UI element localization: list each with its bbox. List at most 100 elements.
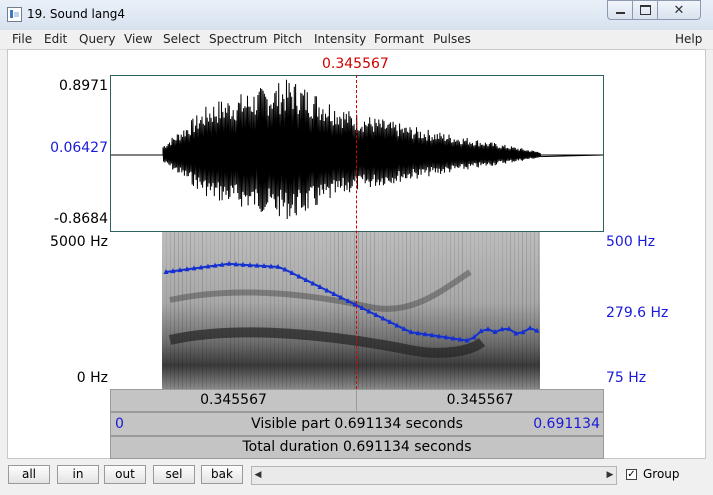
- zoom-back-button[interactable]: bak: [201, 465, 243, 484]
- spectrogram-view[interactable]: [110, 232, 604, 389]
- checkmark-icon: ✓: [627, 469, 636, 480]
- spectrogram-striation: [202, 232, 203, 389]
- zoom-sel-button[interactable]: sel: [153, 465, 195, 484]
- spectrogram-striation: [246, 232, 247, 389]
- menu-query[interactable]: Query: [79, 32, 115, 46]
- menu-view[interactable]: View: [124, 32, 152, 46]
- spectrogram-striation: [498, 232, 499, 389]
- left-segment-duration: 0.345567: [200, 392, 267, 408]
- waveform-ymax-label: 0.8971: [59, 78, 108, 94]
- zoom-in-button[interactable]: in: [57, 465, 99, 484]
- close-icon: ✕: [673, 2, 685, 18]
- scroll-left-arrow-icon[interactable]: ◀: [252, 467, 264, 484]
- pitch-bottom-label: 75 Hz: [606, 370, 647, 386]
- group-label: Group: [643, 467, 680, 481]
- spectrogram-striation: [230, 232, 231, 389]
- spectrogram-striation: [170, 232, 171, 389]
- spectrogram-striation: [214, 232, 215, 389]
- menu-pulses[interactable]: Pulses: [433, 32, 471, 46]
- spectrogram-striation: [234, 232, 235, 389]
- spectrogram-striation: [422, 232, 423, 389]
- cursor-time-label: 0.345567: [322, 56, 389, 72]
- menu-select[interactable]: Select: [163, 32, 200, 46]
- spectrogram-striation: [250, 232, 251, 389]
- spectrogram-striation: [462, 232, 463, 389]
- spectrogram-striation: [458, 232, 459, 389]
- left-segment-bar[interactable]: 0.345567: [110, 389, 357, 412]
- spectrogram-striation: [166, 232, 167, 389]
- minimize-icon: [615, 12, 625, 14]
- spectrogram-striation: [198, 232, 199, 389]
- waveform-signal: [111, 79, 603, 220]
- maximize-button[interactable]: [632, 0, 658, 20]
- spectrogram-striation: [410, 232, 411, 389]
- title-bar: 19. Sound lang4 ✕: [0, 0, 713, 31]
- visible-end-time: 0.691134: [533, 416, 600, 432]
- waveform-ymin-label: -0.8684: [53, 211, 108, 227]
- spectrogram-striation: [298, 232, 299, 389]
- visible-part-label: Visible part 0.691134 seconds: [251, 416, 463, 432]
- zoom-out-button[interactable]: out: [104, 465, 146, 484]
- spectrogram-striation: [442, 232, 443, 389]
- spectrogram-striation: [426, 232, 427, 389]
- spectrogram-striation: [306, 232, 307, 389]
- spectrogram-striation: [270, 232, 271, 389]
- spectrogram-striation: [538, 232, 539, 389]
- spectrogram-striation: [486, 232, 487, 389]
- menu-formant[interactable]: Formant: [374, 32, 424, 46]
- spectrogram-striation: [326, 232, 327, 389]
- total-duration-label: Total duration 0.691134 seconds: [242, 439, 472, 455]
- spectrogram-striation: [510, 232, 511, 389]
- spectrogram-striation: [290, 232, 291, 389]
- spectrogram-striation: [242, 232, 243, 389]
- spectrogram-striation: [322, 232, 323, 389]
- spectrogram-striation: [218, 232, 219, 389]
- spectrogram-striation: [310, 232, 311, 389]
- total-duration-bar[interactable]: Total duration 0.691134 seconds: [110, 436, 604, 459]
- spectrogram-striation: [278, 232, 279, 389]
- spectrogram-striation: [182, 232, 183, 389]
- spectrogram-striation: [406, 232, 407, 389]
- spectrogram-striation: [266, 232, 267, 389]
- close-button[interactable]: ✕: [657, 0, 701, 20]
- spectrogram-striation: [530, 232, 531, 389]
- menu-edit[interactable]: Edit: [44, 32, 67, 46]
- visible-part-bar[interactable]: 0 Visible part 0.691134 seconds 0.691134: [110, 412, 604, 436]
- menu-help[interactable]: Help: [675, 32, 702, 46]
- spectrogram-bottom-label: 0 Hz: [76, 370, 108, 386]
- spectrogram-striation: [522, 232, 523, 389]
- menu-spectrum[interactable]: Spectrum: [209, 32, 267, 46]
- cursor-line: [356, 75, 357, 389]
- spectrogram-striation: [294, 232, 295, 389]
- spectrogram-striation: [210, 232, 211, 389]
- maximize-icon: [639, 5, 651, 15]
- spectrogram-striation: [174, 232, 175, 389]
- waveform-view[interactable]: [110, 75, 604, 232]
- spectrogram-striation: [238, 232, 239, 389]
- spectrogram-striation: [518, 232, 519, 389]
- spectrogram-striation: [506, 232, 507, 389]
- waveform-plot: [111, 79, 603, 220]
- scroll-right-arrow-icon[interactable]: ▶: [604, 467, 616, 484]
- spectrogram-striation: [354, 232, 355, 389]
- spectrogram-striation: [286, 232, 287, 389]
- spectrogram-striation: [526, 232, 527, 389]
- minimize-button[interactable]: [607, 0, 633, 20]
- menu-file[interactable]: File: [12, 32, 32, 46]
- spectrogram-striation: [334, 232, 335, 389]
- group-checkbox[interactable]: ✓: [626, 469, 637, 480]
- spectrogram-striation: [338, 232, 339, 389]
- time-scrollbar[interactable]: ◀ ▶: [251, 466, 617, 485]
- spectrogram-striation: [370, 232, 371, 389]
- menu-intensity[interactable]: Intensity: [314, 32, 366, 46]
- spectrogram-striation: [194, 232, 195, 389]
- pitch-top-label: 500 Hz: [606, 234, 656, 250]
- menu-pitch[interactable]: Pitch: [273, 32, 302, 46]
- zoom-all-button[interactable]: all: [8, 465, 50, 484]
- spectrogram-striation: [206, 232, 207, 389]
- spectrogram-striation: [346, 232, 347, 389]
- spectrogram-striation: [466, 232, 467, 389]
- spectrogram-striation: [502, 232, 503, 389]
- spectrogram-striation: [342, 232, 343, 389]
- right-segment-bar[interactable]: 0.345567: [356, 389, 604, 412]
